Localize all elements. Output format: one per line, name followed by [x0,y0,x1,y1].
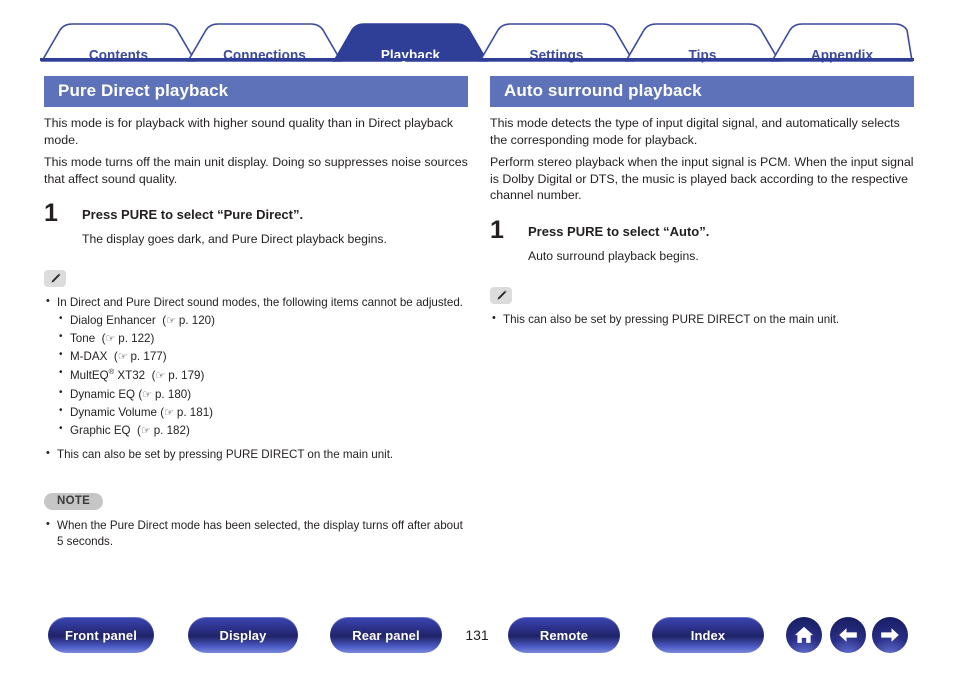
paragraph: This mode turns off the main unit displa… [44,154,468,186]
page-ref-text: p. 179 [168,369,201,383]
home-icon[interactable] [786,617,822,653]
page-ref-text: p. 180 [154,387,188,401]
pointing-hand-icon: ☞ [155,369,166,383]
page-reference[interactable]: (☞ p. 177) [114,350,167,363]
pointing-hand-icon: ☞ [142,387,152,401]
arrow-right-icon[interactable] [872,617,908,653]
step-title: Press PURE to select “Auto”. [528,224,710,240]
note-block: NOTE When the Pure Direct mode has been … [44,491,468,550]
footer-bar: Front panel Display Rear panel 131 Remot… [0,617,954,659]
step-title: Press PURE to select “Pure Direct”. [82,207,304,223]
pencil-icon [44,269,66,287]
list-item: Dynamic EQ (☞ p. 180) [44,386,468,403]
left-column: Pure Direct playback This mode is for pl… [44,76,468,550]
list-item: MultEQ® XT32 (☞ p. 179) [44,366,468,384]
step-body: The display goes dark, and Pure Direct p… [82,232,387,247]
list-item: This can also be set by pressing PURE DI… [44,446,468,463]
arrow-left-glyph [839,628,857,642]
note-badge: NOTE [44,493,104,511]
pointing-hand-icon: ☞ [105,332,116,346]
page-reference[interactable]: (☞ p. 120) [162,314,215,327]
page-ref-text: p. 181 [176,405,210,419]
item-name: M-DAX [70,350,108,364]
item-name: Dynamic EQ [70,387,136,401]
bullet-list: In Direct and Pure Direct sound modes, t… [44,294,468,311]
tab-bar-rule [40,58,914,61]
page-ref-text: p. 120 [178,313,212,327]
page-reference[interactable]: (☞ p. 181) [160,406,213,419]
sub-bullet-list: Dialog Enhancer (☞ p. 120) Tone (☞ p. 12… [44,312,468,439]
tab-bar: Contents Connections Playback Settings T… [40,22,914,63]
pointing-hand-icon: ☞ [164,405,174,419]
pointing-hand-icon: ☞ [140,424,151,437]
pencil-glyph [497,290,506,300]
paragraph: Perform stereo playback when the input s… [490,154,914,203]
list-item: In Direct and Pure Direct sound modes, t… [44,294,468,311]
pencil-icon [490,286,512,304]
arrow-left-icon[interactable] [830,617,866,653]
page-ref-text: p. 122 [118,332,151,346]
list-item: This can also be set by pressing PURE DI… [490,311,914,328]
front-panel-button[interactable]: Front panel [48,617,154,653]
step-body: Auto surround playback begins. [528,249,699,264]
step-1: 1 Press PURE to select “Auto”. Auto surr… [490,218,914,264]
item-name: Dialog Enhancer [70,313,156,327]
pointing-hand-icon: ☞ [166,313,176,327]
list-item: Graphic EQ (☞ p. 182) [44,422,468,439]
index-button[interactable]: Index [652,617,764,653]
section-heading-auto-surround: Auto surround playback [490,76,914,107]
step-number: 1 [44,199,58,228]
display-button[interactable]: Display [188,617,298,653]
list-item: Tone (☞ p. 122) [44,330,468,347]
page-ref-text: p. 177 [130,350,163,364]
paragraph: This mode is for playback with higher so… [44,115,454,147]
right-column: Auto surround playback This mode detects… [490,76,914,328]
paragraph: This mode detects the type of input digi… [490,115,900,147]
page-reference[interactable]: (☞ p. 122) [102,332,155,345]
item-name: MultEQ [70,369,109,383]
list-item: M-DAX (☞ p. 177) [44,348,468,365]
page-number: 131 [465,627,489,643]
step-number: 1 [490,216,504,245]
list-item: When the Pure Direct mode has been selec… [44,517,468,550]
page-reference[interactable]: (☞ p. 182) [137,424,190,437]
item-name: Dynamic Volume [70,405,157,419]
bullet-list-after: This can also be set by pressing PURE DI… [44,446,468,463]
bullet-list: This can also be set by pressing PURE DI… [490,311,914,328]
item-suffix: XT32 [114,369,146,383]
arrow-right-glyph [881,628,899,642]
page-ref-text: p. 182 [153,424,186,437]
home-glyph [794,626,814,643]
list-item: Dynamic Volume (☞ p. 181) [44,404,468,421]
note-bullet-list: When the Pure Direct mode has been selec… [44,517,468,550]
list-item: Dialog Enhancer (☞ p. 120) [44,312,468,329]
page-reference[interactable]: (☞ p. 180) [138,388,191,401]
step-1: 1 Press PURE to select “Pure Direct”. Th… [44,201,468,247]
pencil-glyph [51,273,60,283]
item-name: Graphic EQ [70,424,131,437]
remote-button[interactable]: Remote [508,617,620,653]
rear-panel-button[interactable]: Rear panel [330,617,442,653]
page-reference[interactable]: (☞ p. 179) [152,369,205,382]
item-name: Tone [70,332,96,346]
pointing-hand-icon: ☞ [117,350,128,364]
section-heading-pure-direct: Pure Direct playback [44,76,468,107]
